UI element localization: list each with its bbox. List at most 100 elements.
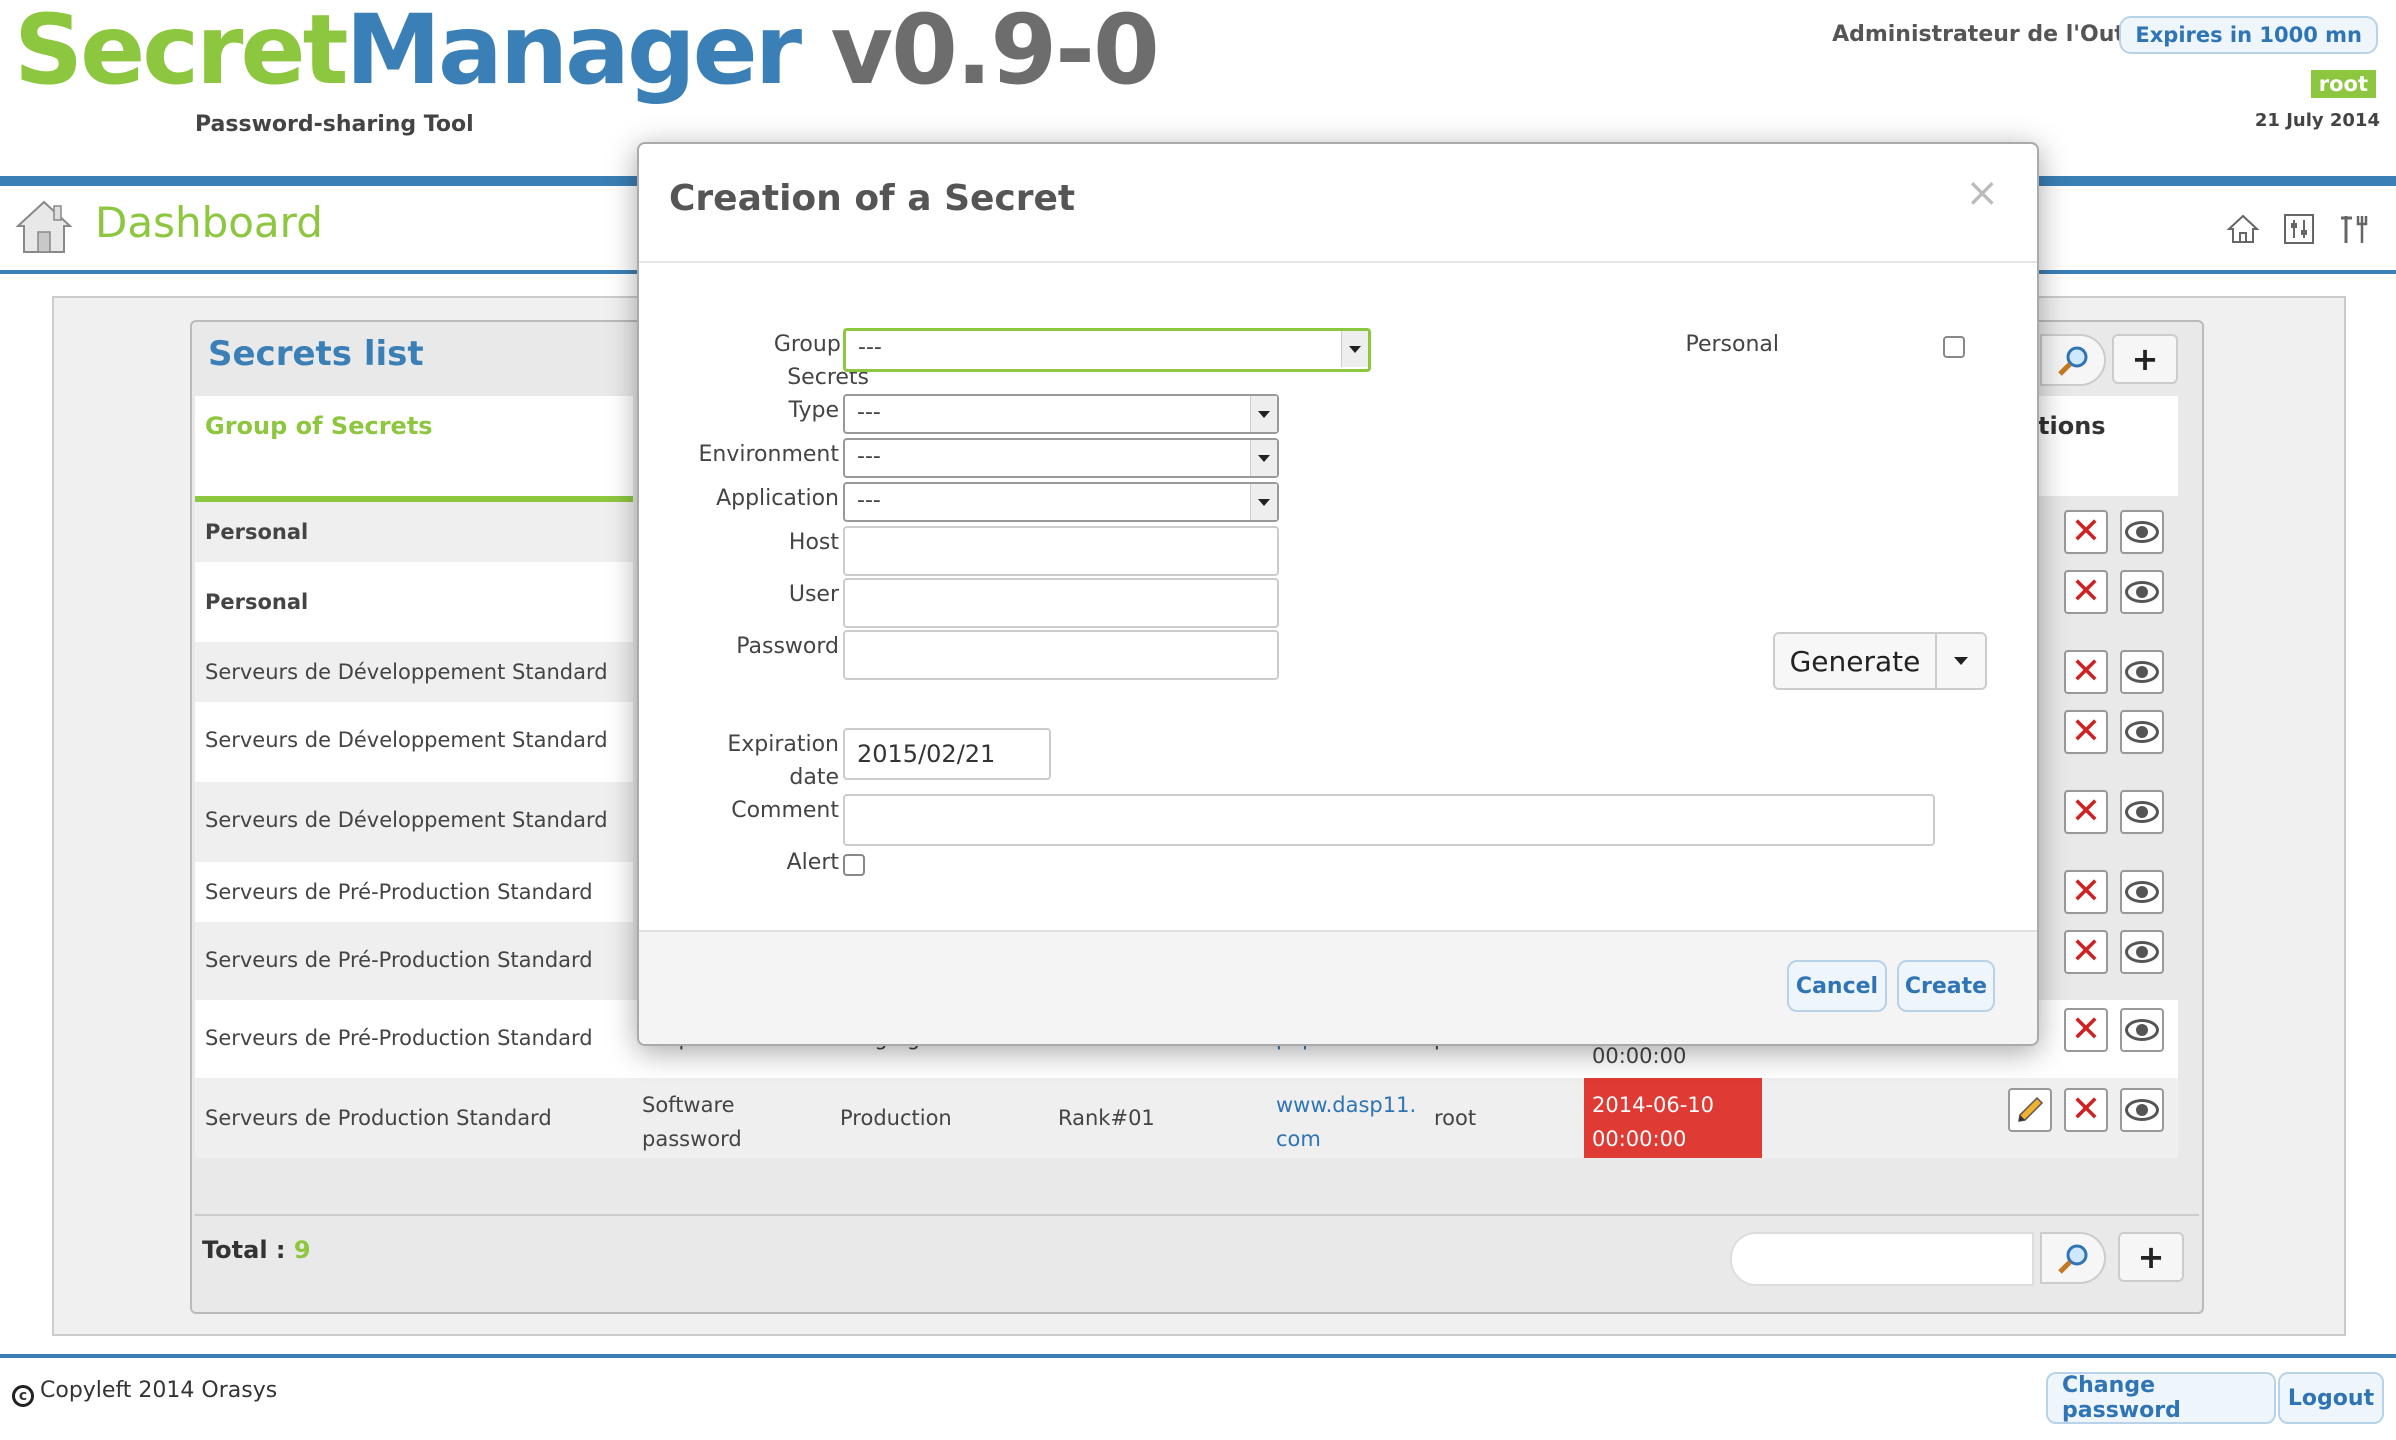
comment-input[interactable] bbox=[843, 794, 1935, 846]
modal-header-divider bbox=[639, 261, 2037, 263]
user-label: User bbox=[788, 582, 839, 607]
eye-icon bbox=[2125, 1099, 2159, 1121]
chevron-down-icon bbox=[1250, 396, 1277, 432]
row-9-host-link[interactable]: www.dasp11. com bbox=[1276, 1088, 1416, 1156]
environment-select-value: --- bbox=[857, 444, 881, 469]
delete-button[interactable]: ✕ bbox=[2064, 570, 2108, 614]
app-logo: SecretManager v0.9-0 bbox=[14, 2, 1160, 98]
view-button[interactable] bbox=[2120, 1088, 2164, 1132]
top-add-secret-button[interactable]: + bbox=[2112, 334, 2178, 384]
expiration-label-line1: Expiration bbox=[727, 732, 839, 757]
row-8-expiration: 00:00:00 bbox=[1592, 1044, 1687, 1068]
tools-icon[interactable] bbox=[2338, 212, 2372, 246]
table-row: Serveurs de Pré-Production Standard bbox=[195, 1000, 633, 1078]
eye-icon bbox=[2125, 1019, 2159, 1041]
view-button[interactable] bbox=[2120, 790, 2164, 834]
edit-button-partial[interactable] bbox=[2040, 510, 2060, 554]
host-label: Host bbox=[788, 530, 839, 555]
row-group: Serveurs de Développement Standard bbox=[205, 808, 608, 832]
view-button[interactable] bbox=[2120, 930, 2164, 974]
table-row: Serveurs de Développement Standard bbox=[195, 702, 633, 782]
expiration-date-input[interactable]: 2015/02/21 bbox=[843, 728, 1051, 780]
chevron-down-icon bbox=[1250, 484, 1277, 520]
role-badge: root bbox=[2310, 70, 2376, 98]
expiration-date-value: 2015/02/21 bbox=[857, 740, 996, 768]
group-select[interactable]: --- bbox=[843, 328, 1371, 372]
search-button[interactable] bbox=[2040, 1232, 2106, 1284]
delete-button[interactable]: ✕ bbox=[2064, 1008, 2108, 1052]
view-button[interactable] bbox=[2120, 570, 2164, 614]
eye-icon bbox=[2125, 801, 2159, 823]
eye-icon bbox=[2125, 941, 2159, 963]
home-icon bbox=[15, 200, 73, 253]
delete-icon: ✕ bbox=[2070, 571, 2102, 612]
expiration-label: Expiration date bbox=[639, 728, 839, 794]
type-select[interactable]: --- bbox=[843, 394, 1279, 434]
row-9-type-line1: Software bbox=[642, 1093, 735, 1117]
edit-button[interactable] bbox=[2008, 1088, 2052, 1132]
footer-divider bbox=[0, 1354, 2396, 1358]
operations-column: ✕ ✕ ✕ ✕ ✕ ✕ ✕ ✕ ✕ bbox=[2008, 502, 2178, 1158]
create-button[interactable]: Create bbox=[1897, 960, 1995, 1012]
close-icon[interactable]: × bbox=[1965, 170, 1999, 216]
session-expiry-badge[interactable]: Expires in 1000 mn bbox=[2119, 16, 2378, 54]
top-search-button[interactable] bbox=[2040, 334, 2106, 386]
host-input[interactable] bbox=[843, 526, 1279, 576]
delete-button[interactable]: ✕ bbox=[2064, 870, 2108, 914]
personal-checkbox[interactable] bbox=[1943, 336, 1965, 358]
delete-icon: ✕ bbox=[2070, 711, 2102, 752]
table-row: Serveurs de Production Standard bbox=[195, 1078, 633, 1158]
column-header-group[interactable]: Group of Secrets bbox=[195, 396, 633, 502]
copyleft-label: Copyleft 2014 Orasys bbox=[40, 1378, 278, 1403]
delete-button[interactable]: ✕ bbox=[2064, 710, 2108, 754]
row-group: Serveurs de Développement Standard bbox=[205, 728, 608, 752]
environment-label: Environment bbox=[698, 442, 839, 467]
logout-button[interactable]: Logout bbox=[2278, 1372, 2384, 1424]
delete-icon: ✕ bbox=[2070, 1089, 2102, 1130]
eye-icon bbox=[2125, 881, 2159, 903]
row-group: Personal bbox=[205, 520, 309, 544]
view-button[interactable] bbox=[2120, 650, 2164, 694]
row-group: Serveurs de Pré-Production Standard bbox=[205, 1026, 593, 1050]
view-button[interactable] bbox=[2120, 510, 2164, 554]
delete-icon: ✕ bbox=[2070, 791, 2102, 832]
view-button[interactable] bbox=[2120, 710, 2164, 754]
logo-secret: Secret bbox=[14, 0, 348, 106]
table-row: Personal bbox=[195, 502, 633, 562]
user-name: Administrateur de l'Outil bbox=[1832, 22, 2140, 47]
row-group: Serveurs de Pré-Production Standard bbox=[205, 948, 593, 972]
delete-button[interactable]: ✕ bbox=[2064, 790, 2108, 834]
delete-button[interactable]: ✕ bbox=[2064, 650, 2108, 694]
generate-options-dropdown[interactable] bbox=[1937, 632, 1987, 690]
total-label: Total : bbox=[202, 1236, 294, 1264]
environment-select[interactable]: --- bbox=[843, 438, 1279, 478]
copyleft-text: c Copyleft 2014 Orasys bbox=[12, 1378, 277, 1407]
type-select-value: --- bbox=[857, 400, 881, 425]
user-input[interactable] bbox=[843, 578, 1279, 628]
preferences-icon[interactable] bbox=[2282, 212, 2316, 246]
application-select[interactable]: --- bbox=[843, 482, 1279, 522]
row-9-application: Rank#01 bbox=[1058, 1106, 1155, 1130]
expiration-label-line2: date bbox=[789, 765, 839, 790]
delete-button[interactable]: ✕ bbox=[2064, 1088, 2108, 1132]
alert-checkbox[interactable] bbox=[843, 854, 865, 876]
search-input[interactable] bbox=[1730, 1232, 2034, 1286]
add-secret-button[interactable]: + bbox=[2118, 1232, 2184, 1282]
group-select-value: --- bbox=[858, 335, 882, 360]
password-input[interactable] bbox=[843, 630, 1279, 680]
secrets-list-title: Secrets list bbox=[208, 334, 424, 374]
home-nav-icon[interactable] bbox=[2226, 212, 2260, 246]
change-password-button[interactable]: Change password bbox=[2046, 1372, 2276, 1424]
table-row: Serveurs de Développement Standard bbox=[195, 642, 633, 702]
view-button[interactable] bbox=[2120, 1008, 2164, 1052]
view-button[interactable] bbox=[2120, 870, 2164, 914]
chevron-down-icon bbox=[1341, 331, 1368, 367]
delete-button[interactable]: ✕ bbox=[2064, 930, 2108, 974]
search-icon bbox=[2058, 346, 2088, 376]
delete-button[interactable]: ✕ bbox=[2064, 510, 2108, 554]
eye-icon bbox=[2125, 721, 2159, 743]
column-header-group-label: Group of Secrets bbox=[205, 412, 433, 440]
table-row: Serveurs de Développement Standard bbox=[195, 782, 633, 862]
generate-password-button[interactable]: Generate bbox=[1773, 632, 1937, 690]
cancel-button[interactable]: Cancel bbox=[1787, 960, 1887, 1012]
